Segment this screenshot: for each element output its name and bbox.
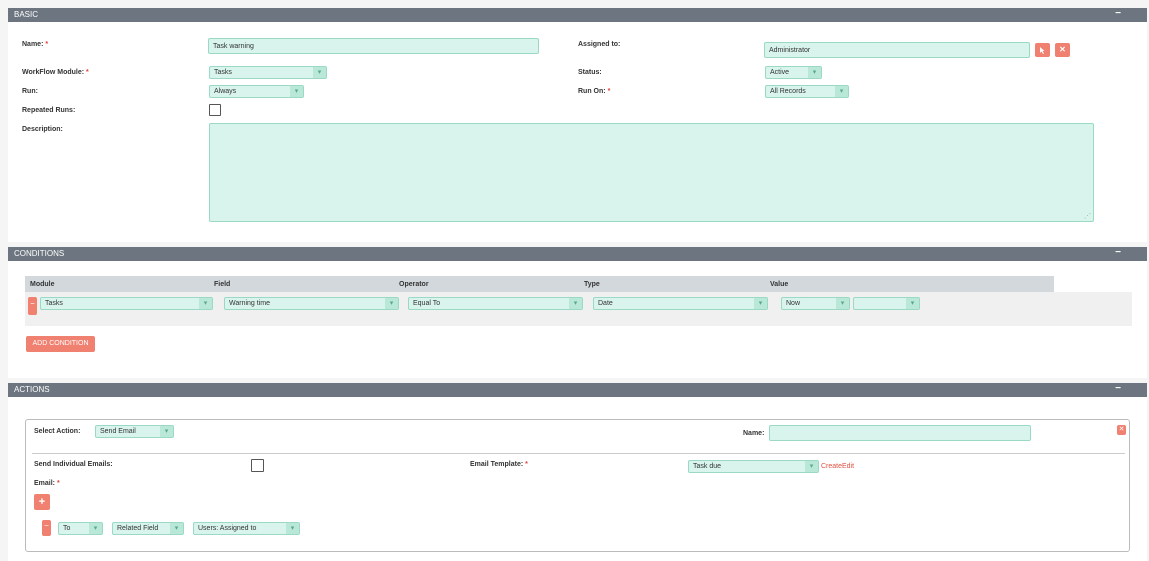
chevron-down-icon: ▾ xyxy=(290,86,303,97)
basic-panel-header[interactable]: BASIC − xyxy=(8,8,1147,22)
condition-value-unit-select[interactable]: ▾ xyxy=(853,297,920,310)
email-type-select[interactable]: Related Field ▾ xyxy=(112,522,184,535)
chevron-down-icon: ▾ xyxy=(808,67,821,78)
conditions-panel-title: CONDITIONS xyxy=(14,249,65,258)
run-on-value: All Records xyxy=(770,88,806,95)
column-header-value: Value xyxy=(770,281,789,288)
column-header-module: Module xyxy=(30,281,55,288)
clear-user-button[interactable]: ✕ xyxy=(1055,43,1070,57)
status-label: Status: xyxy=(578,69,602,76)
chevron-down-icon: ▾ xyxy=(170,523,183,534)
chevron-down-icon: ▾ xyxy=(835,86,848,97)
chevron-down-icon: ▾ xyxy=(385,298,398,309)
repeated-runs-label: Repeated Runs: xyxy=(22,107,76,114)
run-label: Run: xyxy=(22,88,38,95)
chevron-down-icon: ▾ xyxy=(754,298,767,309)
chevron-down-icon: ▾ xyxy=(160,426,173,437)
chevron-down-icon: ▾ xyxy=(199,298,212,309)
plus-icon: + xyxy=(38,496,46,508)
email-field-select[interactable]: Users: Assigned to ▾ xyxy=(193,522,300,535)
run-value: Always xyxy=(214,88,237,95)
add-condition-button[interactable]: ADD CONDITION xyxy=(26,336,95,352)
column-header-type: Type xyxy=(584,281,600,288)
condition-value-value: Now xyxy=(786,300,801,307)
create-template-link[interactable]: Create xyxy=(821,463,842,470)
repeated-runs-checkbox[interactable] xyxy=(209,104,221,116)
run-select[interactable]: Always ▾ xyxy=(209,85,304,98)
description-label: Description: xyxy=(22,126,63,133)
select-action-select[interactable]: Send Email ▾ xyxy=(95,425,174,438)
condition-module-value: Tasks xyxy=(45,300,63,307)
chevron-down-icon: ▾ xyxy=(805,461,818,472)
clear-x-icon: ✕ xyxy=(1059,45,1066,54)
chevron-down-icon: ▾ xyxy=(89,523,102,534)
select-action-value: Send Email xyxy=(100,428,136,435)
add-email-button[interactable]: + xyxy=(34,494,50,510)
send-individual-emails-checkbox[interactable] xyxy=(251,459,264,472)
email-template-select[interactable]: Task due ▾ xyxy=(688,460,819,473)
email-type-value: Related Field xyxy=(117,525,159,532)
conditions-panel-header[interactable]: CONDITIONS − xyxy=(8,247,1147,261)
condition-field-value: Warning time xyxy=(229,300,270,307)
chevron-down-icon: ▾ xyxy=(906,298,919,309)
send-individual-emails-label: Send Individual Emails: xyxy=(34,461,113,468)
remove-condition-button[interactable]: − xyxy=(28,297,37,315)
conditions-table-header xyxy=(25,276,1054,292)
column-header-field: Field xyxy=(214,281,231,288)
divider xyxy=(32,453,1125,454)
actions-panel-title: ACTIONS xyxy=(14,385,50,394)
minus-icon: − xyxy=(44,521,49,530)
email-label: Email: * xyxy=(34,480,60,487)
column-header-operator: Operator xyxy=(399,281,429,288)
status-value: Active xyxy=(770,69,790,76)
condition-module-select[interactable]: Tasks ▾ xyxy=(40,297,213,310)
resize-grip-icon: ⋰ xyxy=(1084,213,1091,220)
edit-template-link[interactable]: Edit xyxy=(842,463,854,470)
actions-collapse-icon[interactable]: − xyxy=(1115,383,1121,395)
email-to-select[interactable]: To ▾ xyxy=(58,522,103,535)
cursor-select-icon xyxy=(1040,47,1045,54)
remove-email-button[interactable]: − xyxy=(42,520,51,536)
select-user-button[interactable] xyxy=(1035,43,1050,57)
run-on-select[interactable]: All Records ▾ xyxy=(765,85,849,98)
assigned-to-input[interactable]: Administrator xyxy=(764,42,1030,58)
assigned-to-label: Assigned to: xyxy=(578,41,621,48)
email-template-label: Email Template: * xyxy=(470,461,528,468)
chevron-down-icon: ▾ xyxy=(286,523,299,534)
workflow-module-select[interactable]: Tasks ▾ xyxy=(209,66,327,79)
condition-type-value: Date xyxy=(598,300,613,307)
status-select[interactable]: Active ▾ xyxy=(765,66,822,79)
email-template-value: Task due xyxy=(693,463,722,470)
name-label: Name: * xyxy=(22,41,49,48)
select-action-label: Select Action: xyxy=(34,428,81,435)
workflow-module-value: Tasks xyxy=(214,69,232,76)
basic-panel-title: BASIC xyxy=(14,10,39,19)
chevron-down-icon: ▾ xyxy=(569,298,582,309)
email-field-value: Users: Assigned to xyxy=(198,525,257,532)
actions-panel-header[interactable]: ACTIONS − xyxy=(8,383,1147,397)
conditions-collapse-icon[interactable]: − xyxy=(1115,247,1121,259)
condition-value-select[interactable]: Now ▾ xyxy=(781,297,850,310)
remove-action-button[interactable]: ✕ xyxy=(1117,425,1126,435)
action-name-input[interactable] xyxy=(769,425,1031,441)
close-icon: ✕ xyxy=(1118,426,1125,433)
condition-operator-select[interactable]: Equal To ▾ xyxy=(408,297,583,310)
action-name-label: Name: xyxy=(743,430,765,437)
chevron-down-icon: ▾ xyxy=(836,298,849,309)
description-textarea[interactable]: ⋰ xyxy=(209,123,1094,222)
email-to-value: To xyxy=(63,525,71,532)
condition-field-select[interactable]: Warning time ▾ xyxy=(224,297,399,310)
run-on-label: Run On: * xyxy=(578,88,611,95)
basic-collapse-icon[interactable]: − xyxy=(1115,8,1121,20)
workflow-module-label: WorkFlow Module: * xyxy=(22,69,89,76)
condition-type-select[interactable]: Date ▾ xyxy=(593,297,768,310)
condition-operator-value: Equal To xyxy=(413,300,441,307)
name-input[interactable]: Task warning xyxy=(208,38,539,54)
minus-icon: − xyxy=(30,299,35,308)
chevron-down-icon: ▾ xyxy=(313,67,326,78)
